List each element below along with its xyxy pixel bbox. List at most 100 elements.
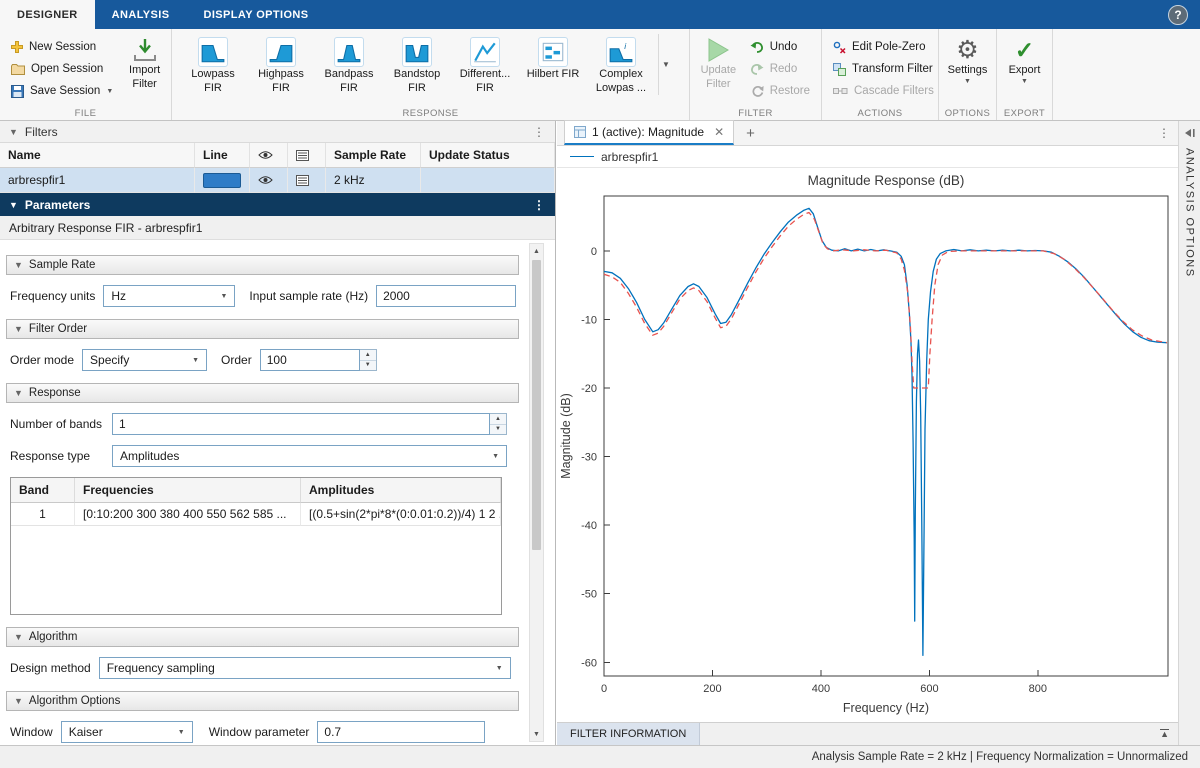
scroll-down-icon[interactable]: ▼ bbox=[530, 727, 543, 741]
design-method-dropdown[interactable]: Frequency sampling ▼ bbox=[99, 657, 511, 679]
close-icon[interactable]: ✕ bbox=[714, 125, 724, 139]
band-table-row[interactable]: 1 [0:10:200 300 380 400 550 562 585 ... … bbox=[11, 503, 501, 526]
filter-annotation-cell[interactable] bbox=[288, 168, 326, 193]
section-algorithm-options[interactable]: ▼ Algorithm Options bbox=[6, 691, 519, 711]
filter-name-cell[interactable]: arbrespfir1 bbox=[0, 168, 195, 193]
plot-tab-label: 1 (active): Magnitude bbox=[592, 125, 704, 139]
hilbert-fir-button[interactable]: Hilbert FIR bbox=[519, 34, 587, 95]
differentiator-fir-button[interactable]: Different... FIR bbox=[451, 34, 519, 95]
filter-line-cell[interactable] bbox=[195, 168, 250, 193]
col-sample-rate[interactable]: Sample Rate bbox=[326, 143, 421, 168]
scrollbar-thumb[interactable] bbox=[532, 260, 541, 550]
scroll-up-icon[interactable]: ▲ bbox=[530, 244, 543, 258]
new-plot-tab-button[interactable]: + bbox=[746, 126, 755, 141]
plot-panel: 1 (active): Magnitude ✕ + ⋮ arbrespfir1 … bbox=[557, 121, 1178, 745]
response-type-dropdown[interactable]: Amplitudes ▼ bbox=[112, 445, 507, 467]
settings-button[interactable]: ⚙ Settings ▼ bbox=[946, 34, 989, 86]
analysis-options-strip[interactable]: ANALYSIS OPTIONS bbox=[1178, 121, 1200, 745]
svg-text:-30: -30 bbox=[581, 452, 597, 464]
section-sample-rate[interactable]: ▼ Sample Rate bbox=[6, 255, 519, 275]
response-gallery-expand-button[interactable]: ▼ bbox=[658, 34, 673, 95]
collapse-panel-icon[interactable]: ▲ bbox=[1160, 729, 1169, 739]
file-button-stack: New Session Open Session Save Session ▼ bbox=[7, 34, 117, 104]
spin-up-icon[interactable]: ▲ bbox=[490, 414, 506, 425]
section-filter-order[interactable]: ▼ Filter Order bbox=[6, 319, 519, 339]
bandstop-icon bbox=[402, 37, 432, 67]
cascade-filters-button[interactable]: Cascade Filters bbox=[829, 80, 938, 102]
bands-stepper: ▲▼ bbox=[112, 413, 507, 435]
open-session-button[interactable]: Open Session bbox=[7, 58, 117, 80]
amplitudes-cell[interactable]: [(0.5+sin(2*pi*8*(0:0.01:0.2))/4) 1 2 ..… bbox=[301, 503, 501, 526]
help-button[interactable]: ? bbox=[1168, 5, 1188, 25]
section-algorithm[interactable]: ▼ Algorithm bbox=[6, 627, 519, 647]
bandstop-label-2: FIR bbox=[408, 82, 426, 95]
spin-up-icon[interactable]: ▲ bbox=[360, 350, 376, 361]
import-filter-button[interactable]: Import Filter bbox=[125, 34, 164, 91]
filter-section-label: FILTER bbox=[690, 108, 821, 119]
legend-box-icon bbox=[296, 150, 309, 161]
edit-pole-zero-button[interactable]: Edit Pole-Zero bbox=[829, 36, 938, 58]
transform-filter-label: Transform Filter bbox=[852, 63, 933, 75]
restore-button[interactable]: Restore bbox=[746, 80, 814, 102]
undo-icon bbox=[750, 41, 764, 53]
export-button[interactable]: ✓ Export ▼ bbox=[1004, 34, 1045, 86]
input-sample-rate-field[interactable] bbox=[376, 285, 516, 307]
svg-text:i: i bbox=[624, 41, 627, 51]
section-algorithm-label: Algorithm bbox=[29, 631, 78, 643]
plot-area[interactable]: 02004006008000-10-20-30-40-50-60Magnitud… bbox=[557, 168, 1178, 722]
complex-lowpass-button[interactable]: i Complex Lowpas ... bbox=[587, 34, 655, 95]
parameters-panel-header[interactable]: ▼ Parameters ⋮ bbox=[0, 193, 555, 216]
highpass-fir-button[interactable]: Highpass FIR bbox=[247, 34, 315, 95]
frequencies-cell[interactable]: [0:10:200 300 380 400 550 562 585 ... bbox=[75, 503, 301, 526]
col-annotation[interactable] bbox=[288, 143, 326, 168]
lowpass-fir-button[interactable]: Lowpass FIR bbox=[179, 34, 247, 95]
save-session-button[interactable]: Save Session ▼ bbox=[7, 80, 117, 102]
band-col-header[interactable]: Band bbox=[11, 478, 75, 503]
import-filter-icon bbox=[132, 37, 158, 63]
line-color-swatch[interactable] bbox=[203, 173, 241, 188]
order-field[interactable] bbox=[260, 349, 360, 371]
frequencies-col-header[interactable]: Frequencies bbox=[75, 478, 301, 503]
bands-spinner[interactable]: ▲▼ bbox=[490, 413, 507, 435]
magnitude-plot-tab[interactable]: 1 (active): Magnitude ✕ bbox=[564, 120, 734, 145]
dock-left-icon bbox=[1184, 128, 1196, 138]
filters-panel-menu-button[interactable]: ⋮ bbox=[533, 125, 546, 139]
tab-analysis[interactable]: ANALYSIS bbox=[95, 0, 187, 29]
tab-designer[interactable]: DESIGNER bbox=[0, 0, 95, 29]
window-parameter-field[interactable] bbox=[317, 721, 485, 743]
order-mode-dropdown[interactable]: Specify ▼ bbox=[82, 349, 207, 371]
status-bar: Analysis Sample Rate = 2 kHz | Frequency… bbox=[0, 745, 1200, 768]
redo-icon bbox=[750, 63, 764, 75]
order-spinner[interactable]: ▲▼ bbox=[360, 349, 377, 371]
filter-visibility-cell[interactable] bbox=[250, 168, 288, 193]
eye-icon bbox=[258, 175, 273, 185]
spin-down-icon[interactable]: ▼ bbox=[360, 361, 376, 371]
band-cell[interactable]: 1 bbox=[11, 503, 75, 526]
col-visibility[interactable] bbox=[250, 143, 288, 168]
filters-panel-header[interactable]: ▼ Filters ⋮ bbox=[0, 121, 555, 143]
update-filter-button[interactable]: Update Filter bbox=[697, 34, 740, 91]
filter-information-tab[interactable]: FILTER INFORMATION bbox=[557, 723, 700, 745]
parameters-scrollbar[interactable]: ▲ ▼ bbox=[529, 243, 544, 742]
plot-tab-menu-button[interactable]: ⋮ bbox=[1158, 126, 1170, 140]
undo-button[interactable]: Undo bbox=[746, 36, 814, 58]
bandpass-fir-button[interactable]: Bandpass FIR bbox=[315, 34, 383, 95]
parameters-panel-menu-button[interactable]: ⋮ bbox=[533, 198, 546, 212]
col-line[interactable]: Line bbox=[195, 143, 250, 168]
spin-down-icon[interactable]: ▼ bbox=[490, 425, 506, 435]
col-name[interactable]: Name bbox=[0, 143, 195, 168]
redo-button[interactable]: Redo bbox=[746, 58, 814, 80]
design-method-label: Design method bbox=[10, 661, 91, 675]
bandstop-fir-button[interactable]: Bandstop FIR bbox=[383, 34, 451, 95]
filter-table-row[interactable]: arbrespfir1 2 kHz bbox=[0, 168, 555, 193]
svg-text:Magnitude (dB): Magnitude (dB) bbox=[559, 393, 573, 478]
transform-filter-button[interactable]: Transform Filter bbox=[829, 58, 938, 80]
new-session-button[interactable]: New Session bbox=[7, 36, 117, 58]
col-update-status[interactable]: Update Status bbox=[421, 143, 555, 168]
frequency-units-dropdown[interactable]: Hz ▼ bbox=[103, 285, 235, 307]
window-dropdown[interactable]: Kaiser ▼ bbox=[61, 721, 193, 743]
section-response[interactable]: ▼ Response bbox=[6, 383, 519, 403]
number-of-bands-field[interactable] bbox=[112, 413, 490, 435]
amplitudes-col-header[interactable]: Amplitudes bbox=[301, 478, 501, 503]
tab-display-options[interactable]: DISPLAY OPTIONS bbox=[186, 0, 325, 29]
